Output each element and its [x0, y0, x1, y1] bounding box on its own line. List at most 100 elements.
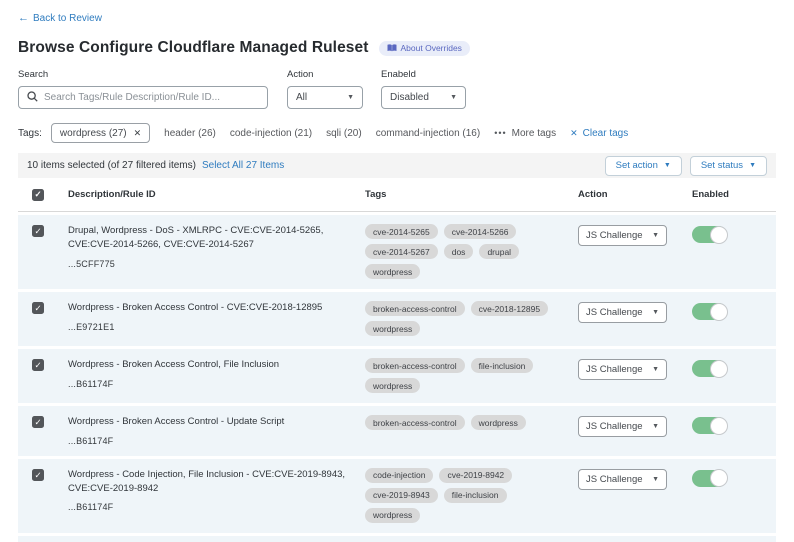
- row-action-value: JS Challenge: [586, 421, 643, 432]
- chevron-down-icon: ▼: [347, 94, 354, 101]
- row-checkbox[interactable]: [32, 225, 44, 237]
- row-enabled-toggle[interactable]: [692, 303, 727, 320]
- row-description-cell: Wordpress - Broken Access Control - Upda…: [68, 415, 365, 446]
- clear-tags-button[interactable]: ✕ Clear tags: [570, 128, 628, 139]
- row-tags: broken-access-controlcve-2018-12895wordp…: [365, 301, 578, 336]
- tag-pill: broken-access-control: [365, 301, 465, 316]
- tag-pill: dos: [444, 244, 474, 259]
- available-tag[interactable]: sqli (20): [326, 128, 362, 139]
- row-checkbox[interactable]: [32, 469, 44, 481]
- chevron-down-icon: ▼: [664, 162, 671, 169]
- more-tags-button[interactable]: ••• More tags: [494, 128, 556, 139]
- row-action-value: JS Challenge: [586, 364, 643, 375]
- enabled-label: Enabeld: [381, 69, 466, 80]
- table-row: Wordpress - Broken Access Control - CVE:…: [18, 292, 776, 346]
- row-action-select[interactable]: JS Challenge ▼: [578, 302, 667, 323]
- chevron-down-icon: ▼: [652, 232, 659, 239]
- action-filter-select[interactable]: All ▼: [287, 86, 363, 109]
- row-checkbox[interactable]: [32, 302, 44, 314]
- available-tag[interactable]: code-injection (21): [230, 128, 312, 139]
- tag-pill: wordpress: [365, 508, 420, 523]
- selection-bar: 10 items selected (of 27 filtered items)…: [18, 153, 776, 178]
- back-arrow-icon: ←: [18, 13, 29, 24]
- row-description-cell: Wordpress - Broken Access Control, File …: [68, 358, 365, 389]
- toggle-knob: [710, 360, 728, 378]
- search-icon: [27, 89, 38, 107]
- filters-row: Search Action All ▼ Enabeld Disabled ▼: [18, 69, 776, 109]
- tag-pill: cve-2014-5265: [365, 224, 438, 239]
- row-action-value: JS Challenge: [586, 307, 643, 318]
- tag-pill: cve-2019-8943: [365, 488, 438, 503]
- row-tags: cve-2014-5265cve-2014-5266cve-2014-5267d…: [365, 224, 578, 279]
- row-checkbox[interactable]: [32, 359, 44, 371]
- tag-pill: broken-access-control: [365, 415, 465, 430]
- chevron-down-icon: ▼: [652, 423, 659, 430]
- tag-pill: wordpress: [365, 264, 420, 279]
- available-tag[interactable]: header (26): [164, 128, 216, 139]
- page-title: Browse Configure Cloudflare Managed Rule…: [18, 39, 369, 57]
- selection-summary: 10 items selected (of 27 filtered items): [27, 160, 196, 171]
- toggle-knob: [710, 417, 728, 435]
- row-action-select[interactable]: JS Challenge ▼: [578, 359, 667, 380]
- row-checkbox[interactable]: [32, 416, 44, 428]
- action-filter-block: Action All ▼: [287, 69, 363, 109]
- header-checkbox[interactable]: [32, 189, 44, 201]
- tag-pill: cve-2014-5267: [365, 244, 438, 259]
- enabled-filter-value: Disabled: [390, 92, 429, 103]
- available-tag[interactable]: command-injection (16): [376, 128, 481, 139]
- row-action-select[interactable]: JS Challenge ▼: [578, 416, 667, 437]
- row-description-cell: Wordpress - Broken Access Control - CVE:…: [68, 301, 365, 332]
- set-status-button[interactable]: Set status ▼: [690, 156, 767, 176]
- row-enabled-toggle[interactable]: [692, 417, 727, 434]
- selected-tag-label: wordpress (27): [60, 128, 127, 139]
- chevron-down-icon: ▼: [749, 162, 756, 169]
- row-rule-id: ...B61174F: [68, 436, 365, 446]
- row-enabled-toggle[interactable]: [692, 360, 727, 377]
- table-row: Wordpress - Broken Access Control, File …: [18, 349, 776, 403]
- next-row-partial: [18, 536, 776, 542]
- enabled-filter-block: Enabeld Disabled ▼: [381, 69, 466, 109]
- row-description: Wordpress - Broken Access Control - Upda…: [68, 415, 365, 429]
- row-action-select[interactable]: JS Challenge ▼: [578, 469, 667, 490]
- book-icon: [387, 44, 397, 52]
- selected-tag-chip[interactable]: wordpress (27) ✕: [51, 123, 150, 143]
- table-row: Drupal, Wordpress - DoS - XMLRPC - CVE:C…: [18, 215, 776, 289]
- about-overrides-badge[interactable]: About Overrides: [379, 41, 470, 56]
- ellipsis-icon: •••: [494, 128, 506, 138]
- row-description-cell: Drupal, Wordpress - DoS - XMLRPC - CVE:C…: [68, 224, 365, 269]
- clear-tags-label: Clear tags: [583, 128, 629, 139]
- tag-pill: wordpress: [365, 378, 420, 393]
- close-icon: ✕: [570, 128, 578, 139]
- tag-pill: cve-2018-12895: [471, 301, 548, 316]
- tag-pill: drupal: [479, 244, 519, 259]
- row-description: Drupal, Wordpress - DoS - XMLRPC - CVE:C…: [68, 224, 365, 252]
- tags-label: Tags:: [18, 128, 42, 139]
- more-tags-label: More tags: [512, 128, 556, 139]
- search-field-wrap: [18, 86, 268, 109]
- row-enabled-toggle[interactable]: [692, 470, 727, 487]
- set-action-button[interactable]: Set action ▼: [605, 156, 682, 176]
- tag-pill: cve-2019-8942: [439, 468, 512, 483]
- set-action-label: Set action: [616, 160, 658, 171]
- remove-tag-icon[interactable]: ✕: [134, 128, 142, 139]
- tag-pill: file-inclusion: [471, 358, 534, 373]
- toggle-knob: [710, 226, 728, 244]
- search-input[interactable]: [44, 92, 259, 103]
- toggle-knob: [710, 469, 728, 487]
- action-label: Action: [287, 69, 363, 80]
- table-body: Drupal, Wordpress - DoS - XMLRPC - CVE:C…: [18, 215, 776, 533]
- tag-pill: file-inclusion: [444, 488, 507, 503]
- back-link-label: Back to Review: [33, 13, 102, 24]
- row-tags: broken-access-controlfile-inclusionwordp…: [365, 358, 578, 393]
- row-rule-id: ...B61174F: [68, 379, 365, 389]
- chevron-down-icon: ▼: [450, 94, 457, 101]
- table-row: Wordpress - Broken Access Control - Upda…: [18, 406, 776, 456]
- toggle-knob: [710, 303, 728, 321]
- search-label: Search: [18, 69, 268, 80]
- row-rule-id: ...E9721E1: [68, 322, 365, 332]
- enabled-filter-select[interactable]: Disabled ▼: [381, 86, 466, 109]
- row-action-select[interactable]: JS Challenge ▼: [578, 225, 667, 246]
- select-all-link[interactable]: Select All 27 Items: [202, 160, 284, 171]
- row-enabled-toggle[interactable]: [692, 226, 727, 243]
- back-to-review-link[interactable]: ← Back to Review: [18, 13, 102, 24]
